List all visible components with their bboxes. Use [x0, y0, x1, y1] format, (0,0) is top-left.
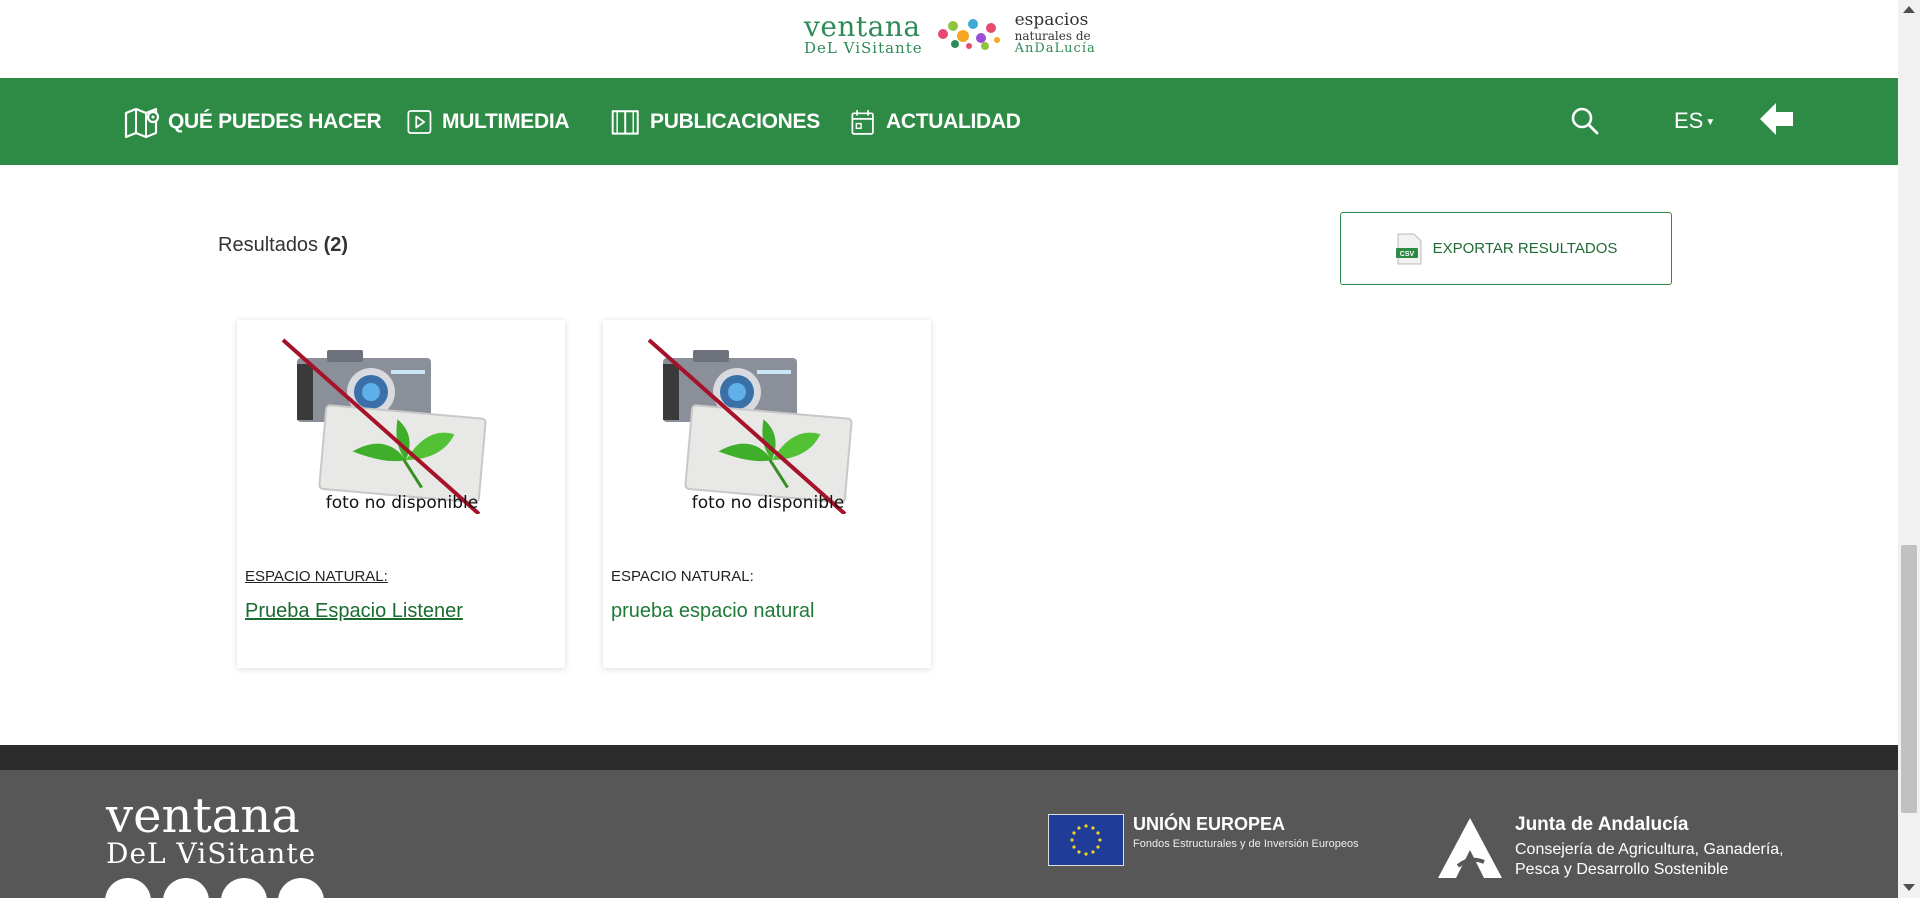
nav-label: PUBLICACIONES: [650, 110, 820, 133]
book-icon: [611, 110, 639, 135]
ventana-logo-text: ventana DeL ViSitante: [804, 9, 923, 57]
footer-logo[interactable]: ventana DeL ViSitante: [106, 792, 316, 868]
card-kind: ESPACIO NATURAL:: [245, 568, 388, 585]
results-count: Resultados (2): [218, 234, 349, 256]
scrollbar-thumb[interactable]: [1901, 545, 1917, 813]
card-kind: ESPACIO NATURAL:: [611, 568, 754, 585]
result-card[interactable]: foto no disponible ESPACIO NATURAL: Prue…: [237, 320, 565, 668]
map-pin-icon: [124, 107, 160, 139]
footer-top-band: [0, 745, 1898, 770]
nav-label: MULTIMEDIA: [442, 110, 570, 133]
nav-item-multimedia[interactable]: MULTIMEDIA: [406, 105, 570, 139]
nav-label: ACTUALIDAD: [886, 110, 1021, 133]
nav-label: QUÉ PUEDES HACER: [168, 110, 382, 133]
top-header: ventana DeL ViSitante espacios naturales…: [0, 0, 1898, 78]
csv-file-icon: CSV: [1395, 233, 1422, 264]
photo-unavailable-image: foto no disponible: [647, 338, 853, 514]
instagram-icon[interactable]: [221, 878, 267, 924]
export-results-label: EXPORTAR RESULTADOS: [1432, 240, 1618, 257]
play-icon: [407, 110, 432, 134]
calendar-icon: [851, 110, 874, 135]
site-logo[interactable]: ventana DeL ViSitante espacios naturales…: [804, 9, 1096, 57]
junta-andalucia-logo-icon: [1438, 818, 1502, 878]
facebook-icon[interactable]: [163, 878, 209, 924]
eu-subtitle: Fondos Estructurales y de Inversión Euro…: [1133, 838, 1359, 850]
scroll-up-arrow-icon[interactable]: [1903, 6, 1915, 13]
twitter-icon[interactable]: [105, 878, 151, 924]
pinterest-icon[interactable]: [278, 878, 324, 924]
flower-cluster-logo-icon: [937, 19, 1000, 51]
junta-title: Junta de Andalucía: [1515, 814, 1689, 835]
nav-item-actualidad[interactable]: ACTUALIDAD: [850, 105, 1021, 139]
export-results-button[interactable]: CSV EXPORTAR RESULTADOS: [1340, 212, 1672, 285]
caret-down-icon: ▼: [1705, 116, 1716, 128]
card-title-link[interactable]: Prueba Espacio Listener: [245, 600, 463, 623]
nav-item-publicaciones[interactable]: PUBLICACIONES: [610, 105, 820, 139]
junta-subtitle: Consejería de Agricultura, Ganadería, Pe…: [1515, 841, 1784, 878]
svg-text:foto no disponible: foto no disponible: [326, 493, 478, 513]
svg-text:CSV: CSV: [1399, 251, 1414, 258]
arrow-left-icon[interactable]: [1756, 99, 1796, 139]
espacios-logo-text: espacios naturales de AnDaLucía: [1014, 10, 1096, 57]
scroll-down-arrow-icon[interactable]: [1903, 884, 1915, 891]
language-code: ES: [1674, 108, 1704, 133]
result-card[interactable]: foto no disponible ESPACIO NATURAL: prue…: [603, 320, 931, 668]
photo-unavailable-image: foto no disponible: [281, 338, 487, 514]
language-selector[interactable]: ES ▼: [1674, 108, 1715, 134]
card-title-link[interactable]: prueba espacio natural: [611, 600, 814, 623]
eu-flag-icon: [1048, 814, 1124, 866]
search-icon[interactable]: [1570, 106, 1600, 136]
eu-title: UNIÓN EUROPEA: [1133, 814, 1286, 834]
nav-item-que-puedes-hacer[interactable]: QUÉ PUEDES HACER: [124, 105, 382, 139]
svg-text:foto no disponible: foto no disponible: [692, 493, 844, 513]
